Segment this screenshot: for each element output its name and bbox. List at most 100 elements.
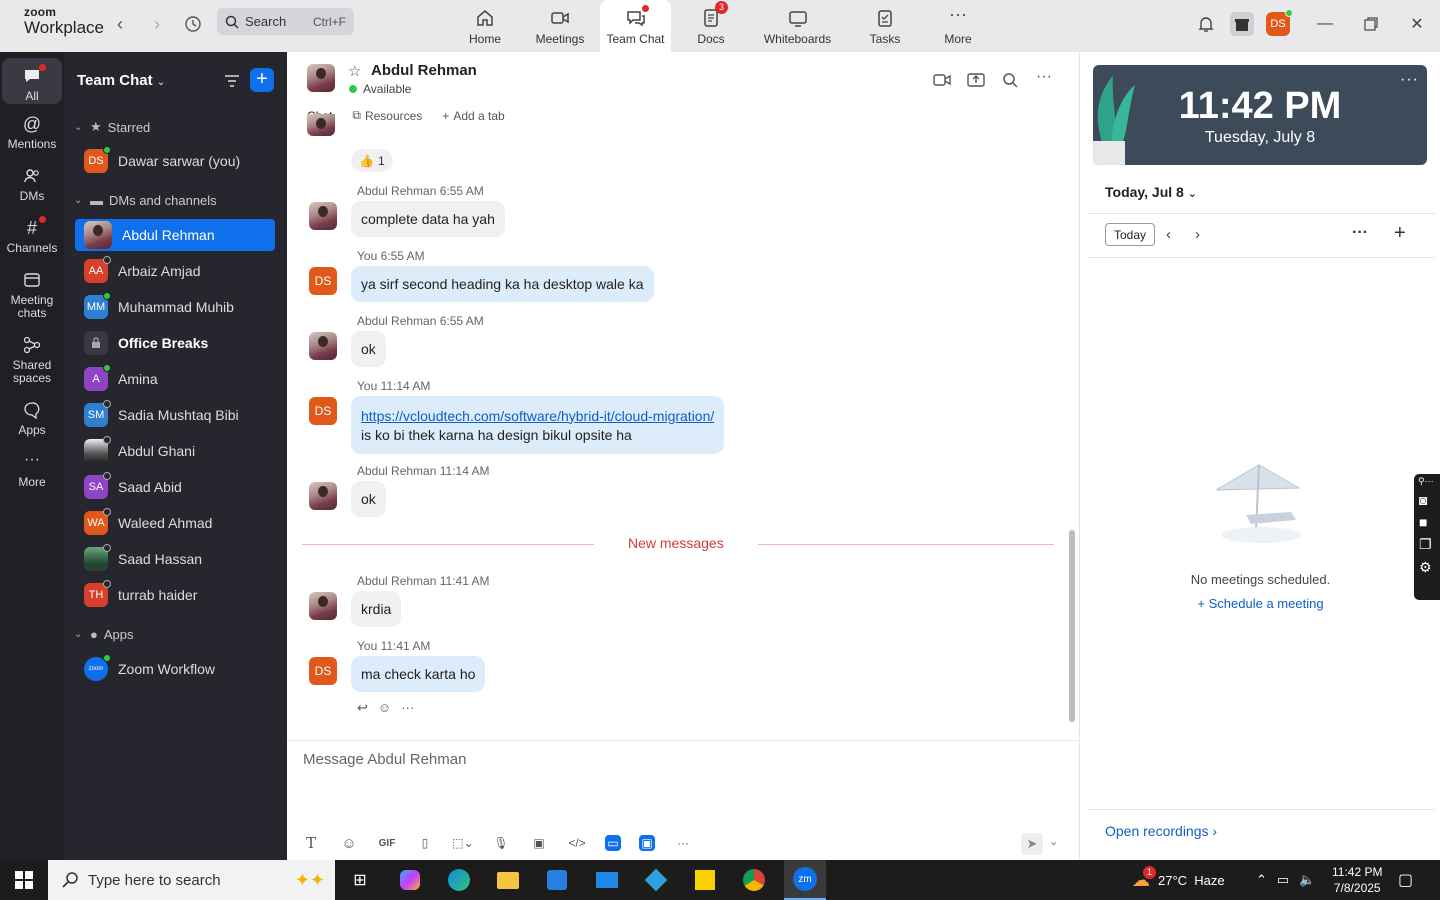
message-bubble[interactable]: https://vcloudtech.com/software/hybrid-i… — [351, 396, 725, 454]
edge-icon[interactable] — [443, 864, 475, 896]
more-dots-icon[interactable]: ··· — [673, 833, 693, 853]
share-screen-icon[interactable] — [966, 70, 986, 90]
chat-scrollbar[interactable] — [1069, 530, 1075, 722]
sticky-notes-icon[interactable] — [689, 864, 721, 896]
store-icon[interactable] — [541, 864, 573, 896]
rail-item-shared-spaces[interactable]: Shared spaces — [2, 335, 62, 385]
add-event-icon[interactable]: + — [1394, 222, 1406, 245]
tab-more[interactable]: ··· More — [938, 0, 978, 52]
notification-icon[interactable]: ▢ — [1398, 860, 1413, 900]
tab-docs[interactable]: 3 Docs — [690, 0, 732, 52]
history-icon[interactable] — [181, 12, 205, 36]
rail-item-channels[interactable]: # Channels — [2, 216, 62, 255]
tab-resources[interactable]: ⧉ Resources — [352, 108, 422, 129]
open-recordings-link[interactable]: Open recordings › — [1105, 823, 1217, 839]
text-format-icon[interactable]: T — [301, 833, 321, 853]
filter-icon[interactable] — [221, 70, 243, 92]
copilot-icon[interactable] — [394, 864, 426, 896]
sidebar-item-arbaiz-amjad[interactable]: AA Arbaiz Amjad — [75, 255, 275, 287]
forward-arrow-icon[interactable]: › — [145, 12, 169, 36]
send-options-chevron-icon[interactable]: ⌄ — [1049, 835, 1058, 848]
tab-tasks[interactable]: Tasks — [864, 0, 906, 52]
rail-item-dms[interactable]: DMs — [2, 166, 62, 203]
more-options-icon[interactable]: ··· — [1036, 69, 1056, 90]
sidebar-item-sadia-mushtaq[interactable]: SM Sadia Mushtaq Bibi — [75, 399, 275, 431]
emoji-react-icon[interactable]: ☺ — [378, 700, 391, 716]
sidebar-item-abdul-ghani[interactable]: Abdul Ghani — [75, 435, 275, 467]
sidebar-item-abdul-rehman[interactable]: Abdul Rehman — [75, 219, 275, 251]
more-dots-icon[interactable]: ··· — [1400, 71, 1419, 89]
new-chat-button[interactable]: + — [250, 68, 274, 92]
back-arrow-icon[interactable]: ‹ — [108, 12, 132, 36]
schedule-meeting-link[interactable]: + Schedule a meeting — [1081, 596, 1440, 611]
rail-item-apps[interactable]: Apps — [2, 400, 62, 437]
prev-day-icon[interactable]: ‹ — [1166, 226, 1171, 243]
zoom-taskbar-icon[interactable]: zm — [784, 860, 826, 900]
window-icon[interactable]: ❐ — [1414, 533, 1440, 556]
tab-team-chat[interactable]: Team Chat — [600, 0, 671, 52]
message-bubble[interactable]: complete data ha yah — [351, 201, 505, 237]
message-composer[interactable]: Message Abdul Rehman T ☺ GIF ▯ ⬚⌄ 🎙 ▣ </… — [287, 740, 1080, 860]
more-dots-icon[interactable]: ⚲··· — [1414, 474, 1440, 489]
taskbar-search[interactable]: Type here to search ✦✦ — [48, 860, 335, 900]
sidebar-item-waleed-ahmad[interactable]: WA Waleed Ahmad — [75, 507, 275, 539]
sidebar-item-self[interactable]: DS Dawar sarwar (you) — [75, 145, 275, 177]
section-apps[interactable]: ⌄ ● Apps — [74, 627, 134, 642]
more-dots-icon[interactable]: ··· — [1352, 224, 1368, 242]
sidebar-item-amina[interactable]: A Amina — [75, 363, 275, 395]
file-icon[interactable]: ▯ — [415, 833, 435, 853]
video-call-icon[interactable] — [932, 70, 952, 90]
windows-start-icon[interactable] — [8, 864, 40, 896]
camera-icon[interactable]: ◙ — [1414, 489, 1440, 511]
gif-icon[interactable]: GIF — [377, 833, 397, 853]
taskbar-clock[interactable]: 11:42 PM 7/8/2025 — [1332, 860, 1382, 900]
rail-item-mentions[interactable]: @ Mentions — [2, 114, 62, 151]
mail-icon[interactable] — [591, 864, 623, 896]
sidebar-item-saad-abid[interactable]: SA Saad Abid — [75, 471, 275, 503]
app-icon[interactable]: ▣ — [639, 835, 655, 851]
message-bubble[interactable]: krdia — [351, 591, 402, 627]
bell-icon[interactable] — [1194, 12, 1218, 36]
rail-item-meeting-chats[interactable]: Meeting chats — [2, 270, 62, 320]
app-icon[interactable]: ▭ — [605, 835, 621, 851]
message-bubble[interactable]: ok — [351, 331, 386, 367]
message-bubble[interactable]: ma check karta ho — [351, 656, 486, 692]
message-bubble[interactable]: ya sirf second heading ka ha desktop wal… — [351, 266, 654, 302]
screenshot-icon[interactable]: ⬚⌄ — [452, 833, 473, 853]
message-input[interactable]: Message Abdul Rehman — [303, 751, 466, 768]
star-icon[interactable]: ☆ — [348, 62, 361, 80]
video-message-icon[interactable]: ▣ — [529, 833, 549, 853]
sidebar-item-office-breaks[interactable]: Office Breaks — [75, 327, 275, 359]
microphone-icon[interactable]: 🎙 — [491, 833, 511, 853]
reply-icon[interactable]: ↩ — [357, 700, 368, 716]
rail-item-more[interactable]: ··· More — [2, 452, 62, 489]
search-box[interactable]: Search Ctrl+F — [217, 8, 354, 35]
reaction-chip[interactable]: 👍 1 — [351, 149, 393, 172]
record-icon[interactable]: ■ — [1414, 511, 1440, 533]
tab-whiteboards[interactable]: Whiteboards — [760, 0, 835, 52]
section-dms-channels[interactable]: ⌄ ▬ DMs and channels — [74, 193, 217, 208]
gear-icon[interactable]: ⚙ — [1414, 556, 1440, 579]
contact-name[interactable]: Abdul Rehman — [371, 62, 477, 79]
tab-home[interactable]: Home — [463, 0, 507, 52]
profile-avatar[interactable]: DS — [1266, 9, 1293, 36]
rail-item-all[interactable]: All — [2, 58, 62, 104]
sidebar-item-turrab-haider[interactable]: TH turrab haider — [75, 579, 275, 611]
send-icon[interactable]: ➤ — [1021, 833, 1043, 855]
message-bubble[interactable]: ok — [351, 481, 386, 517]
tab-meetings[interactable]: Meetings — [533, 0, 587, 52]
file-explorer-icon[interactable] — [492, 864, 524, 896]
sidebar-item-zoom-workflow[interactable]: zoom Zoom Workflow — [75, 653, 275, 685]
chrome-icon[interactable] — [738, 864, 770, 896]
close-button[interactable]: ✕ — [1405, 12, 1429, 36]
minimize-button[interactable]: — — [1313, 12, 1337, 36]
app-diamond-icon[interactable] — [640, 864, 672, 896]
network-icon[interactable]: ▭ — [1277, 872, 1289, 888]
more-dots-icon[interactable]: ··· — [401, 700, 414, 716]
code-icon[interactable]: </> — [567, 833, 587, 853]
search-icon[interactable] — [1000, 70, 1020, 90]
gift-icon[interactable] — [1230, 12, 1254, 36]
message-link[interactable]: https://vcloudtech.com/software/hybrid-i… — [361, 408, 714, 424]
calendar-date-heading[interactable]: Today, Jul 8 ⌄ — [1105, 184, 1197, 200]
volume-icon[interactable]: 🔈 — [1299, 872, 1315, 888]
